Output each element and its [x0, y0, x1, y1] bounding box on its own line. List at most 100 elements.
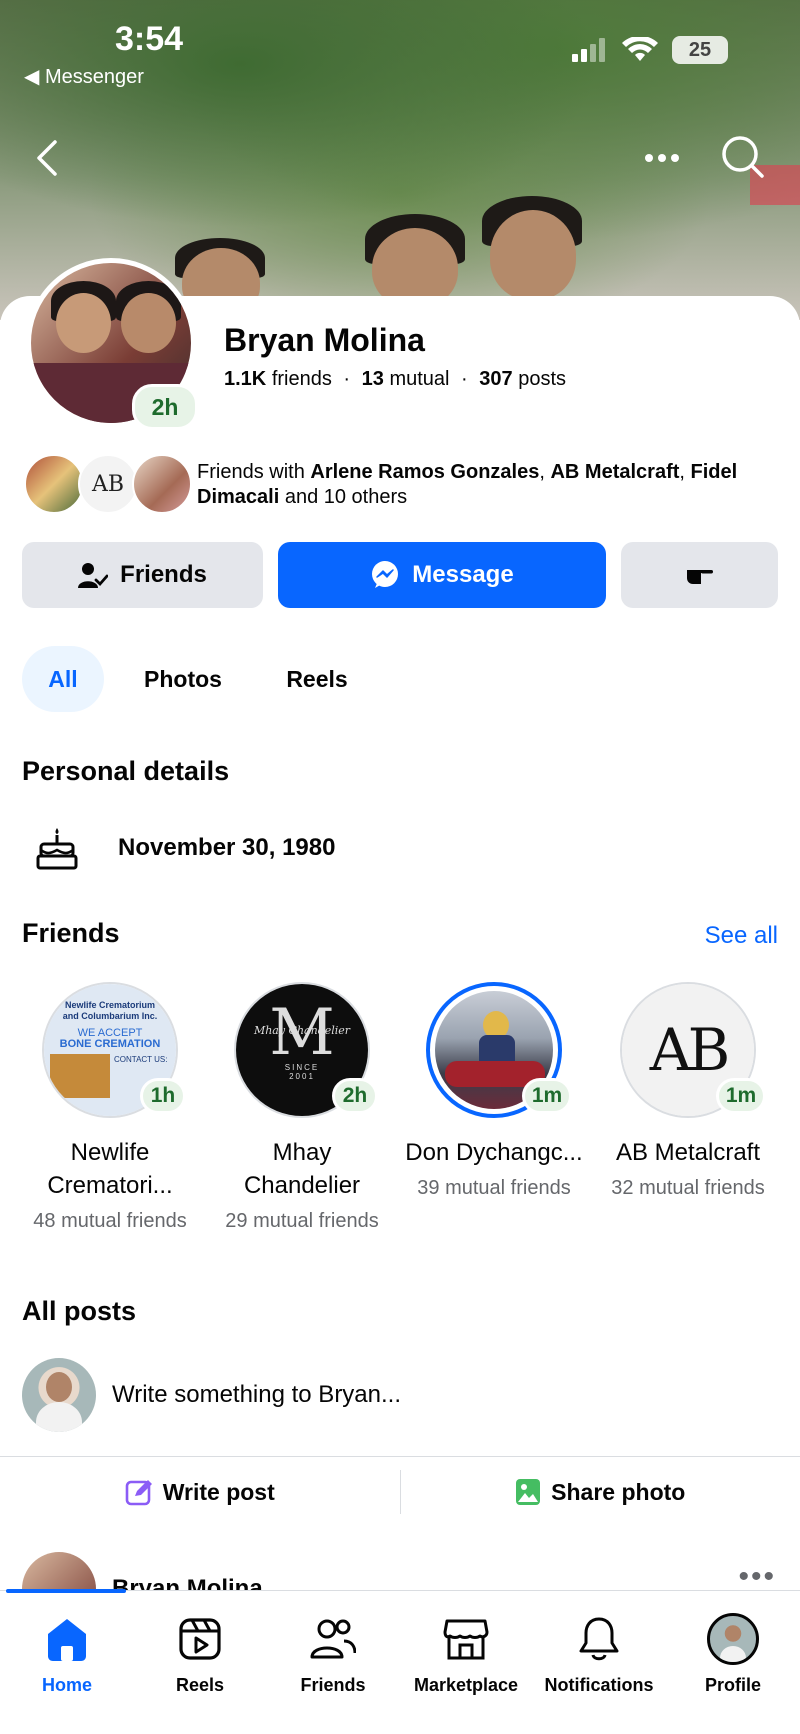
mutual-friends-text[interactable]: Friends with Arlene Ramos Gonzales, AB M…: [197, 460, 787, 510]
friends-button-label: Friends: [120, 561, 207, 588]
nav-reels[interactable]: Reels: [133, 1611, 267, 1696]
write-post-button[interactable]: Write post: [0, 1458, 400, 1526]
more-dots-icon: [645, 154, 679, 162]
mutual-avatar: [132, 454, 192, 514]
mutual-avatar: [24, 454, 84, 514]
friends-icon: [266, 1611, 400, 1667]
post-composer[interactable]: Write something to Bryan...: [22, 1358, 401, 1432]
nav-friends-label: Friends: [300, 1675, 366, 1695]
friend-card[interactable]: AB 1m AB Metalcraft 32 mutual friends: [598, 982, 778, 1201]
friend-card[interactable]: Newlife Crematorium and Columbarium Inc.…: [20, 982, 200, 1234]
friend-name: AB Metalcraft: [615, 1139, 761, 1166]
search-button[interactable]: [718, 132, 768, 182]
friend-name: Don Dychangc...: [405, 1139, 583, 1166]
friend-check-icon: [78, 563, 109, 588]
friend-active-badge: 1h: [140, 1078, 186, 1114]
profile-name: Bryan Molina: [224, 322, 425, 358]
friend-name: Mhay Chandelier: [243, 1139, 361, 1199]
friend-active-badge: 1m: [716, 1078, 766, 1114]
posts-count-label: posts: [518, 368, 567, 390]
all-posts-heading: All posts: [22, 1296, 137, 1326]
share-photo-button[interactable]: Share photo: [401, 1458, 800, 1526]
message-button-label: Message: [412, 561, 514, 588]
friend-mutual: 48 mutual friends: [33, 1210, 187, 1232]
friend-card[interactable]: M Mhay Chandelier SINCE 2001 2h Mhay Cha…: [212, 982, 392, 1234]
composer-placeholder[interactable]: Write something to Bryan...: [112, 1381, 401, 1409]
friend-mutual: 32 mutual friends: [611, 1177, 765, 1199]
friend-name: Newlife Crematori...: [47, 1139, 173, 1199]
poke-hand-icon: [686, 570, 713, 584]
nav-friends[interactable]: Friends: [266, 1611, 400, 1696]
stats-separator: ·: [461, 368, 468, 390]
avatar-body: [36, 1402, 82, 1432]
profile-stats: 1.1K friends · 13 mutual · 307 posts: [224, 368, 566, 391]
avatar-face: [121, 293, 176, 353]
home-icon: [0, 1611, 134, 1667]
logo-letters: AB: [649, 1016, 730, 1084]
friend-active-badge: 2h: [332, 1078, 378, 1114]
friends-count[interactable]: 1.1K: [224, 368, 266, 390]
battery-indicator: 25: [672, 36, 728, 64]
nav-profile-avatar: [707, 1613, 759, 1665]
marketplace-icon: [399, 1611, 533, 1667]
divider: [0, 1456, 800, 1457]
birthday-cake-icon: [36, 828, 78, 870]
mutual-avatar-ab-logo: AB: [78, 454, 138, 514]
friend-card[interactable]: 1m Don Dychangc... 39 mutual friends: [404, 982, 584, 1201]
nav-marketplace[interactable]: Marketplace: [399, 1611, 533, 1696]
birthday-text: November 30, 1980: [118, 834, 336, 861]
back-app-label: Messenger: [44, 66, 144, 88]
nav-profile-label: Profile: [704, 1675, 761, 1695]
friends-count-label: friends: [271, 368, 332, 390]
friends-heading: Friends: [22, 918, 120, 948]
share-photo-label: Share photo: [551, 1478, 686, 1505]
avatar-body: [720, 1646, 746, 1662]
mutual-friends-avatars[interactable]: AB: [24, 454, 194, 514]
mutual-suffix: and 10 others: [279, 486, 408, 508]
nav-profile[interactable]: Profile: [666, 1611, 800, 1696]
nav-home[interactable]: Home: [0, 1611, 134, 1696]
friend-active-badge: 1m: [522, 1078, 572, 1114]
logo-text: Mhay Chandelier: [253, 1024, 351, 1037]
mutual-name[interactable]: AB Metalcraft: [550, 461, 679, 483]
message-button[interactable]: Message: [278, 542, 606, 608]
loading-progress-bar: [6, 1589, 126, 1593]
avatar-face: [56, 293, 111, 353]
post-more-button[interactable]: •••: [738, 1560, 776, 1594]
posts-count: 307: [479, 368, 513, 390]
nav-notifications[interactable]: Notifications: [532, 1611, 666, 1696]
birthday-row: November 30, 1980: [36, 826, 335, 870]
signal-icon: [572, 38, 605, 62]
nav-reels-label: Reels: [175, 1675, 225, 1695]
logo-text: Newlife Crematorium: [64, 1000, 156, 1010]
nav-marketplace-label: Marketplace: [413, 1675, 519, 1695]
tab-photos[interactable]: Photos: [128, 646, 238, 712]
logo-text: BONE CREMATION: [59, 1038, 161, 1050]
back-button[interactable]: [26, 136, 66, 180]
tab-all[interactable]: All: [22, 646, 104, 712]
profile-page: 3:54 ◀ Messenger 25 2h Bryan Molina 1.1K…: [0, 0, 800, 1734]
chevron-left-icon: [37, 140, 57, 176]
status-time: 3:54: [115, 20, 184, 58]
more-options-button[interactable]: [640, 140, 684, 176]
write-post-label: Write post: [162, 1478, 275, 1505]
friends-button[interactable]: Friends: [22, 542, 263, 608]
messenger-icon: [372, 561, 399, 588]
avatar-head: [46, 1372, 72, 1402]
friend-mutual: 29 mutual friends: [225, 1210, 379, 1232]
back-triangle-icon: ◀: [24, 66, 45, 88]
mutual-count[interactable]: 13: [362, 368, 384, 390]
status-icons: 25: [572, 36, 728, 64]
mutual-name[interactable]: Arlene Ramos Gonzales: [310, 461, 539, 483]
my-avatar: [22, 1358, 96, 1432]
profile-avatar-icon: [666, 1611, 800, 1667]
tab-reels[interactable]: Reels: [270, 646, 364, 712]
back-to-messenger-link[interactable]: ◀ Messenger: [24, 64, 144, 89]
mutual-count-label: mutual: [389, 368, 450, 390]
mutual-prefix: Friends with: [197, 461, 311, 483]
post-actions-bar: Write post Share photo: [0, 1458, 800, 1526]
see-all-friends-link[interactable]: See all: [705, 922, 778, 950]
edit-pencil-icon: [125, 1480, 152, 1506]
bell-icon: [532, 1611, 666, 1667]
poke-button[interactable]: [621, 542, 778, 608]
